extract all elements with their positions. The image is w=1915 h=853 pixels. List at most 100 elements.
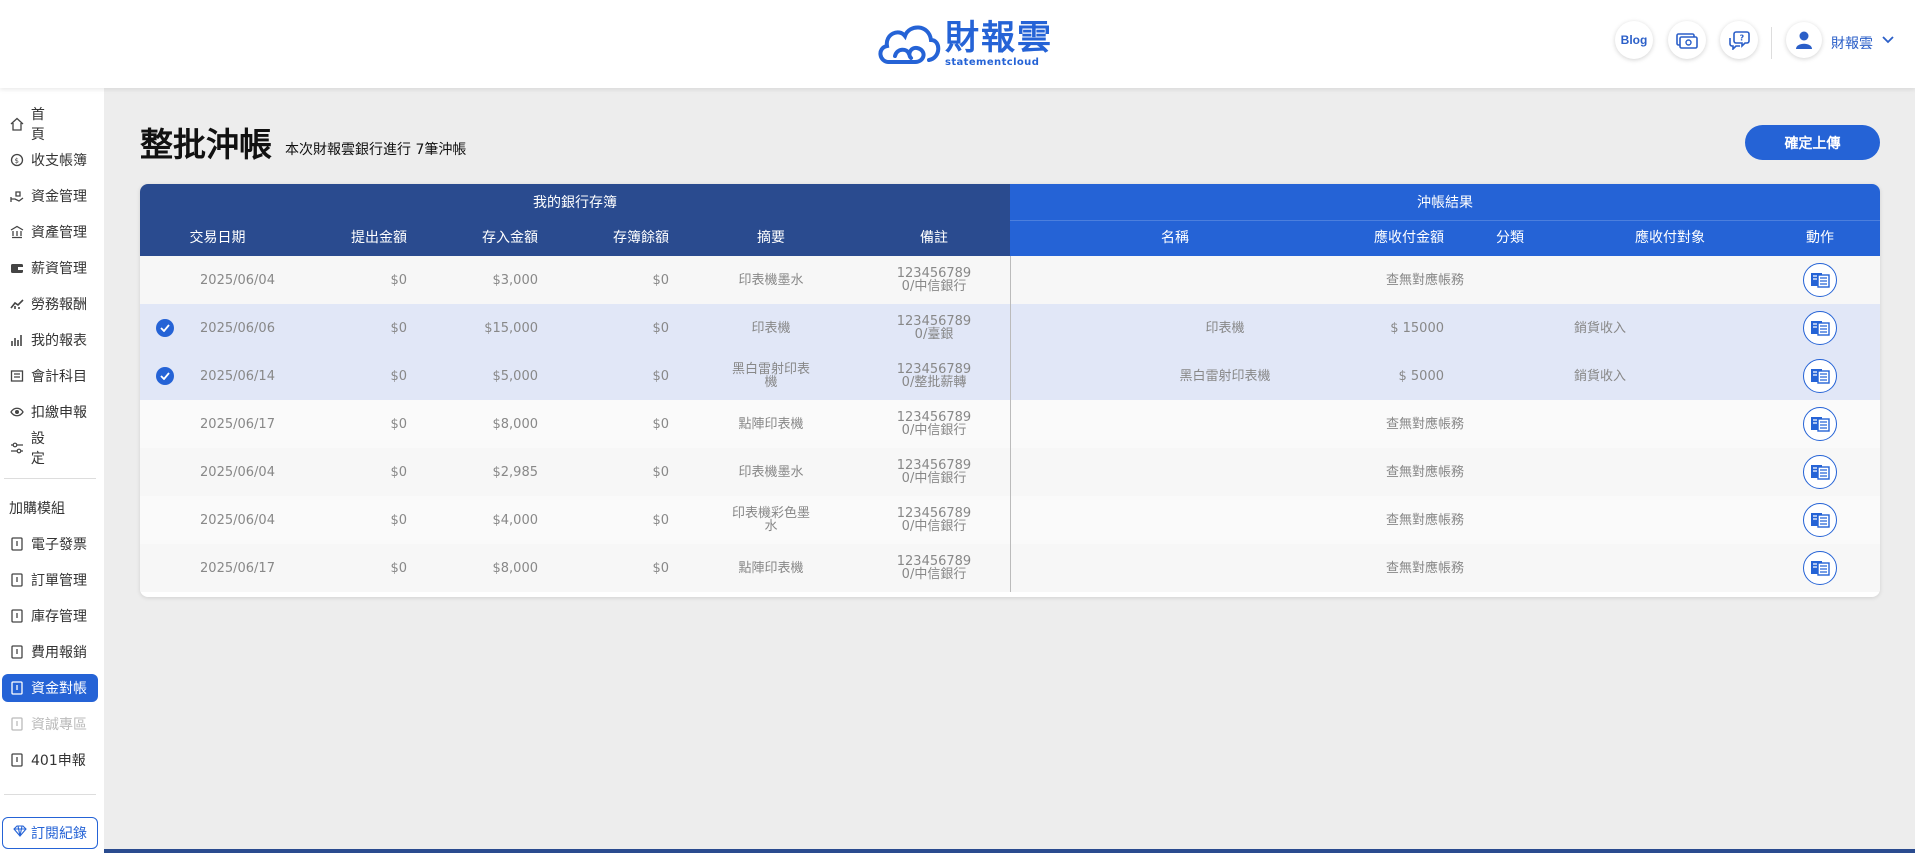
action-button[interactable] (1803, 503, 1837, 537)
sidebar-item-label: 收支帳簿 (31, 153, 87, 169)
date-cell: 2025/06/06 (200, 320, 275, 336)
eye-icon (9, 404, 25, 420)
table-row[interactable]: 2025/06/04 $0 $4,000 $0 印表機彩色墨水 12345678… (140, 496, 1880, 544)
column-header: 摘要 (757, 230, 785, 246)
sliders-icon (9, 440, 25, 456)
summary-cell: 黑白雷射印表機 (731, 362, 810, 390)
sidebar-item-accounts[interactable]: 會計科目 (2, 362, 98, 390)
sidebar-divider (4, 794, 96, 795)
table-row[interactable]: 2025/06/06 $0 $15,000 $0 印表機 123456789 0/… (140, 304, 1880, 352)
column-header: 存簿餘額 (613, 230, 669, 246)
balance-cell: $0 (652, 320, 669, 336)
note-cell: 123456789 0/中信銀行 (896, 458, 972, 486)
sidebar-item-inventory[interactable]: 庫存管理 (2, 602, 98, 630)
name-cell: 印表機 (1205, 320, 1245, 336)
withdraw-cell: $0 (390, 512, 407, 528)
chevron-down-icon[interactable] (1882, 36, 1894, 44)
confirm-upload-button[interactable]: 確定上傳 (1745, 125, 1880, 160)
action-button[interactable] (1803, 455, 1837, 489)
subscription-record-button[interactable]: 訂閱紀錄 (2, 817, 98, 849)
user-name[interactable]: 財報雲 (1831, 33, 1873, 53)
cash-button[interactable] (1668, 21, 1706, 59)
sidebar-item-labor-fees[interactable]: 勞務報酬 (2, 290, 98, 318)
category-cell: 銷貨收入 (1573, 368, 1626, 384)
sidebar-item-expense[interactable]: 費用報銷 (2, 638, 98, 666)
column-header: 提出金額 (351, 230, 407, 246)
note-cell: 123456789 0/中信銀行 (896, 506, 972, 534)
ledger-icon (9, 368, 25, 384)
sidebar-item-e-invoice[interactable]: 電子發票 (2, 530, 98, 558)
blog-button[interactable]: Blog (1615, 21, 1653, 59)
balance-cell: $0 (652, 416, 669, 432)
sidebar-item-orders[interactable]: 訂單管理 (2, 566, 98, 594)
sidebar-divider (4, 478, 96, 479)
cloud-logo-icon (878, 25, 941, 64)
withdraw-cell: $0 (390, 368, 407, 384)
documents-icon (1811, 465, 1830, 480)
action-button[interactable] (1803, 311, 1837, 345)
user-icon (1796, 31, 1812, 49)
sidebar-item-settings[interactable]: 設定 (2, 431, 98, 467)
module-icon (9, 752, 25, 768)
header-divider (1771, 27, 1772, 59)
logo-english: statementcloud (945, 56, 1040, 68)
user-avatar[interactable] (1786, 22, 1822, 58)
sidebar-item-label: 電子發票 (31, 537, 87, 553)
sidebar-item-label: 資誠專區 (31, 717, 87, 733)
withdraw-cell: $0 (390, 560, 407, 576)
sidebar-item-home[interactable]: 首頁 (2, 107, 98, 143)
sidebar-item-label: 資金管理 (31, 189, 87, 205)
no-match-cell: 查無對應帳務 (1385, 272, 1464, 288)
no-match-cell: 查無對應帳務 (1385, 512, 1464, 528)
date-cell: 2025/06/14 (200, 368, 275, 384)
addon-section-title: 加購模組 (9, 501, 65, 517)
table-row[interactable]: 2025/06/17 $0 $8,000 $0 點陣印表機 123456789 0… (140, 544, 1880, 592)
note-cell: 123456789 0/中信銀行 (896, 266, 972, 294)
module-icon (9, 572, 25, 588)
action-button[interactable] (1803, 407, 1837, 441)
action-button[interactable] (1803, 551, 1837, 585)
withdraw-cell: $0 (390, 416, 407, 432)
column-header: 備註 (920, 230, 948, 246)
table-row[interactable]: 2025/06/04 $0 $2,985 $0 印表機墨水 123456789 0… (140, 448, 1880, 496)
balance-cell: $0 (652, 464, 669, 480)
reconciliation-table: 我的銀行存簿 沖帳結果 交易日期 提出金額 存入金額 存簿餘額 摘要 備註 名稱… (140, 184, 1880, 597)
sidebar-item-pwc-zone[interactable]: 資誠專區 (2, 710, 98, 738)
table-row[interactable]: 2025/06/17 $0 $8,000 $0 點陣印表機 123456789 0… (140, 400, 1880, 448)
deposit-cell: $5,000 (492, 368, 539, 384)
deposit-cell: $3,000 (492, 272, 539, 288)
hand-money-icon (9, 188, 25, 204)
sidebar-item-income-expense[interactable]: $ 收支帳簿 (2, 146, 98, 174)
documents-icon (1811, 561, 1830, 576)
deposit-cell: $8,000 (492, 560, 539, 576)
withdraw-cell: $0 (390, 320, 407, 336)
sidebar-item-withholding[interactable]: 扣繳申報 (2, 398, 98, 426)
support-chat-button[interactable]: ? (1720, 21, 1758, 59)
sidebar-item-funds[interactable]: 資金管理 (2, 182, 98, 210)
summary-cell: 印表機彩色墨水 (731, 506, 810, 534)
category-cell: 銷貨收入 (1573, 320, 1626, 336)
sidebar-item-payroll[interactable]: 薪資管理 (2, 254, 98, 282)
table-row[interactable]: 2025/06/04 $0 $3,000 $0 印表機墨水 123456789 0… (140, 256, 1880, 304)
sidebar-item-reports[interactable]: 我的報表 (2, 326, 98, 354)
note-cell: 123456789 0/中信銀行 (896, 554, 972, 582)
column-header: 名稱 (1161, 230, 1189, 246)
sidebar-item-assets[interactable]: 資產管理 (2, 218, 98, 246)
sidebar-item-label: 首頁 (30, 107, 65, 143)
action-button[interactable] (1803, 263, 1837, 297)
group-header-bank-book: 我的銀行存簿 (140, 184, 1010, 220)
deposit-cell: $8,000 (492, 416, 539, 432)
logo-text: 財報雲 statementcloud (945, 19, 1053, 68)
action-button[interactable] (1803, 359, 1837, 393)
logo-chinese: 財報雲 (945, 17, 1053, 58)
column-header: 存入金額 (482, 230, 538, 246)
logo[interactable]: 財報雲 statementcloud (875, 18, 1053, 68)
date-cell: 2025/06/04 (200, 272, 275, 288)
date-cell: 2025/06/04 (200, 464, 275, 480)
diamond-icon (13, 825, 27, 841)
table-row[interactable]: 2025/06/14 $0 $5,000 $0 黑白雷射印表機 12345678… (140, 352, 1880, 400)
sidebar-item-401-filing[interactable]: 401申報 (2, 746, 98, 774)
sidebar-item-reconciliation[interactable]: 資金對帳 (2, 674, 98, 702)
summary-cell: 印表機 (751, 320, 791, 336)
sidebar-item-label: 資金對帳 (31, 681, 87, 697)
